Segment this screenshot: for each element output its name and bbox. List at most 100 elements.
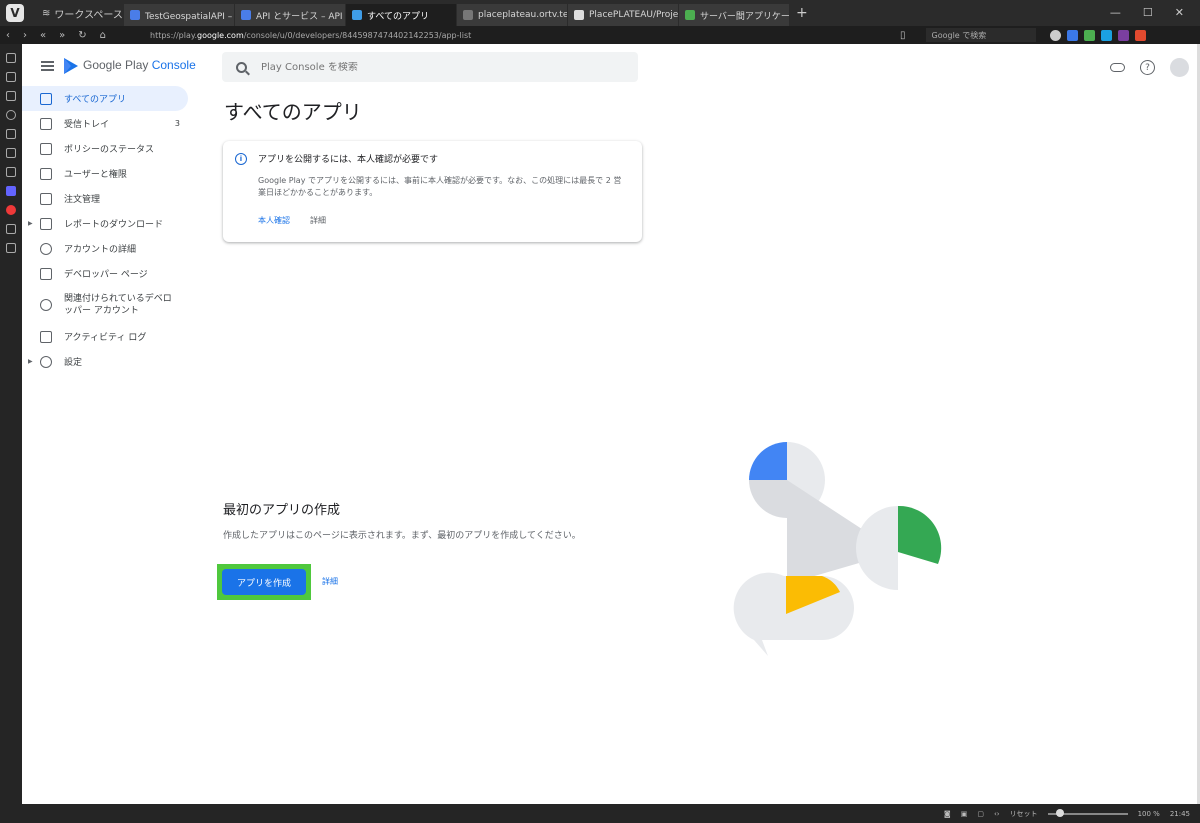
- browser-tab[interactable]: API とサービス – API とサービス: [235, 4, 345, 26]
- play-console-page: Google Play Console すべてのアプリ 受信トレイ 3 ポリシー…: [22, 44, 1197, 804]
- wikipedia-icon[interactable]: [6, 224, 16, 234]
- profile-icon[interactable]: [1049, 29, 1061, 41]
- history-icon[interactable]: [6, 110, 16, 120]
- url-field[interactable]: https://play.google.com/console/u/0/deve…: [150, 31, 900, 40]
- reading-list-icon[interactable]: [6, 72, 16, 82]
- image-icon[interactable]: ▣: [961, 810, 968, 818]
- capture-icon[interactable]: ◙: [944, 810, 951, 818]
- sidebar-item-policy-status[interactable]: ポリシーのステータス: [22, 136, 188, 161]
- sidebar-item-users-permissions[interactable]: ユーザーと権限: [22, 161, 188, 186]
- rewind-icon[interactable]: «: [40, 30, 46, 41]
- address-bar: ‹ › « » ↻ ⌂ https://play.google.com/cons…: [0, 26, 1200, 44]
- zoom-reset[interactable]: リセット: [1010, 809, 1038, 819]
- shield-icon: [40, 142, 52, 155]
- help-icon[interactable]: ?: [1140, 60, 1155, 75]
- browser-search-field[interactable]: Google で検索: [925, 28, 1036, 42]
- zoom-level: 100 %: [1137, 809, 1160, 818]
- expand-arrow-icon[interactable]: ▶: [28, 358, 33, 365]
- page-title: すべてのアプリ: [224, 100, 362, 124]
- window-panel-icon[interactable]: [6, 148, 16, 158]
- sidebar-item-download-reports[interactable]: ▶ レポートのダウンロード: [22, 211, 188, 236]
- extension-icon[interactable]: [1100, 29, 1112, 41]
- translate-panel-icon[interactable]: [6, 167, 16, 177]
- illustration-shape: [749, 442, 787, 480]
- sidebar-nav: すべてのアプリ 受信トレイ 3 ポリシーのステータス ユーザーと権限 注文管理 …: [22, 86, 188, 374]
- tile-icon[interactable]: ▢: [977, 810, 984, 818]
- extension-icon[interactable]: [1134, 29, 1146, 41]
- grid-icon: [40, 92, 52, 105]
- forward-icon[interactable]: ›: [23, 30, 27, 41]
- window-controls: — ☐ ✕: [1094, 0, 1200, 25]
- people-icon: [40, 167, 52, 180]
- empty-state-details-link[interactable]: 詳細: [322, 576, 338, 587]
- zoom-slider[interactable]: [1047, 808, 1128, 817]
- mastodon-icon[interactable]: [6, 186, 16, 196]
- search-input[interactable]: [261, 61, 561, 73]
- onenote-icon[interactable]: [1117, 29, 1129, 41]
- browser-side-panel: [0, 44, 22, 804]
- vivaldi-panel-icon[interactable]: [6, 205, 16, 215]
- browser-tab-label: すべてのアプリ: [367, 11, 430, 22]
- extension-icon[interactable]: [1083, 29, 1095, 41]
- bookmark-icon[interactable]: ▯: [900, 30, 906, 41]
- notice-actions: 本人確認 詳細: [258, 215, 326, 226]
- browser-tab-bar: V ≋ワークスペース TestGeospatialAPI – IAM と管理 AP…: [0, 0, 1200, 26]
- menu-icon[interactable]: [41, 61, 54, 71]
- notice-body: Google Play でアプリを公開するには、事前に本人確認が必要です。なお、…: [258, 176, 622, 197]
- new-tab-icon[interactable]: +: [796, 5, 808, 21]
- workspace-button[interactable]: ≋ ワークスペース: [42, 6, 124, 21]
- sidebar-item-all-apps[interactable]: すべてのアプリ: [22, 86, 188, 111]
- notes-icon[interactable]: [6, 129, 16, 139]
- sidebar-item-linked-developer-accounts[interactable]: 関連付けられているデベロッパー アカウント: [22, 286, 188, 324]
- translate-icon[interactable]: [1066, 29, 1078, 41]
- browser-tab-label: サーバー間アプリケーションに OAuth: [700, 11, 789, 22]
- sidebar-item-order-management[interactable]: 注文管理: [22, 186, 188, 211]
- illustration-shapes: [733, 442, 942, 656]
- expand-arrow-icon[interactable]: ▶: [28, 220, 33, 227]
- fast-forward-icon[interactable]: »: [59, 30, 65, 41]
- reload-icon[interactable]: ↻: [78, 30, 86, 41]
- maximize-icon[interactable]: ☐: [1143, 6, 1153, 19]
- minimize-icon[interactable]: —: [1110, 6, 1121, 19]
- create-app-button[interactable]: アプリを作成: [222, 569, 306, 595]
- browser-tab[interactable]: placeplateau.ortv.tech/token: [457, 4, 567, 26]
- vivaldi-logo-icon[interactable]: V: [6, 4, 24, 22]
- linked-accounts-icon: [40, 299, 52, 311]
- browser-tab[interactable]: サーバー間アプリケーションに OAuth: [679, 4, 789, 26]
- credit-card-icon: [40, 192, 52, 205]
- favicon-icon: [352, 10, 362, 20]
- zoom-slider-handle[interactable]: [1055, 808, 1064, 817]
- downloads-icon[interactable]: [6, 91, 16, 101]
- download-icon: [40, 217, 52, 230]
- sidebar-item-account-details[interactable]: アカウントの詳細: [22, 236, 188, 261]
- nav-buttons: ‹ › « » ↻ ⌂: [0, 30, 150, 41]
- clock: 21:45: [1169, 809, 1190, 818]
- sidebar-item-settings[interactable]: ▶ 設定: [22, 349, 188, 374]
- close-icon[interactable]: ✕: [1175, 6, 1184, 19]
- add-panel-icon[interactable]: [6, 243, 16, 253]
- tab-strip: TestGeospatialAPI – IAM と管理 API とサービス – A…: [124, 0, 790, 26]
- brand-title[interactable]: Google Play Console: [83, 58, 196, 72]
- favicon-icon: [685, 10, 695, 20]
- illustration-shape: [898, 505, 942, 564]
- sidebar-item-activity-log[interactable]: アクティビティ ログ: [22, 324, 188, 349]
- verify-identity-link[interactable]: 本人確認: [258, 215, 290, 226]
- back-icon[interactable]: ‹: [6, 30, 10, 41]
- browser-tab[interactable]: TestGeospatialAPI – IAM と管理: [124, 4, 234, 26]
- browser-tab[interactable]: すべてのアプリ: [346, 4, 456, 26]
- inbox-count-badge: 3: [174, 119, 180, 128]
- code-icon[interactable]: ‹›: [994, 810, 1000, 818]
- sidebar-item-developer-page[interactable]: デベロッパー ページ: [22, 261, 188, 286]
- empty-state-title: 最初のアプリの作成: [223, 503, 341, 518]
- avatar[interactable]: [1170, 58, 1189, 77]
- link-icon[interactable]: [1110, 63, 1125, 72]
- console-search[interactable]: [222, 52, 638, 82]
- illustration-shape: [856, 506, 898, 590]
- favicon-icon: [241, 10, 251, 20]
- browser-tab[interactable]: PlacePLATEAU/ProjectSettings: [568, 4, 678, 26]
- notice-details-link[interactable]: 詳細: [310, 215, 326, 226]
- home-icon[interactable]: ⌂: [100, 30, 106, 41]
- bookmarks-panel-icon[interactable]: [6, 53, 16, 63]
- sidebar-item-inbox[interactable]: 受信トレイ 3: [22, 111, 188, 136]
- favicon-icon: [574, 10, 584, 20]
